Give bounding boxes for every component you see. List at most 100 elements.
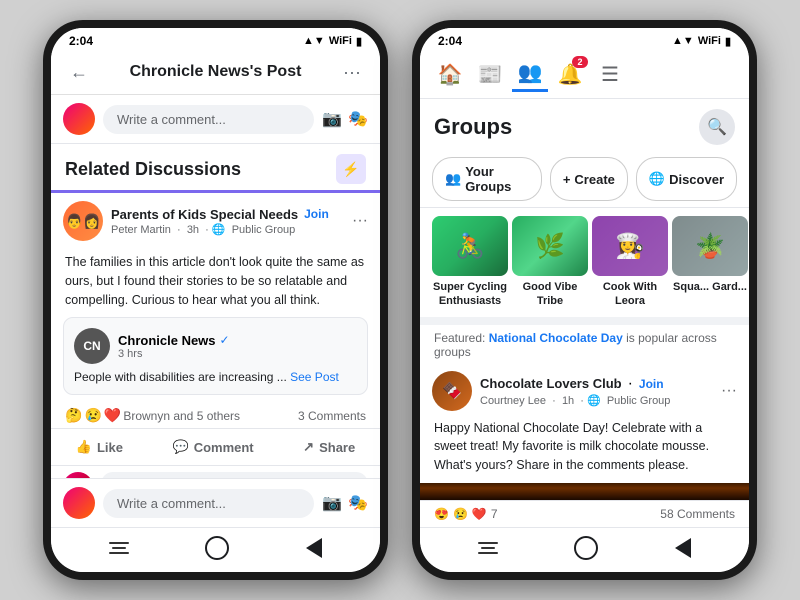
home-button-right[interactable] bbox=[574, 536, 598, 560]
fb-news-icon[interactable]: 📰 bbox=[472, 56, 508, 92]
signal-icon: ▲▼ bbox=[303, 35, 325, 47]
create-label: Create bbox=[574, 172, 614, 187]
wifi-icon-r: WiFi bbox=[698, 35, 721, 47]
your-groups-label: Your Groups bbox=[465, 164, 529, 194]
choc-avatar: 🍫 bbox=[432, 371, 472, 411]
back-nav-button-right[interactable] bbox=[675, 538, 691, 558]
search-button[interactable]: 🔍 bbox=[699, 109, 735, 145]
reactions-row: 🤔 😢 ❤️ Brownyn and 5 others 3 Comments bbox=[51, 403, 380, 429]
pill-your-groups[interactable]: 👥 Your Groups bbox=[432, 157, 542, 201]
action-bar: 👍 Like 💬 Comment ↗ Share bbox=[51, 429, 380, 466]
time-right: 2:04 bbox=[438, 34, 462, 48]
home-button-left[interactable] bbox=[205, 536, 229, 560]
comment-input-top-field[interactable]: Write a comment... bbox=[103, 105, 314, 134]
group-info: Parents of Kids Special Needs Join Peter… bbox=[111, 207, 344, 236]
choc-decorative bbox=[420, 483, 749, 500]
featured-text: Featured: National Chocolate Day is popu… bbox=[420, 325, 749, 363]
left-phone: 2:04 ▲▼ WiFi ▮ ← Chronicle News's Post ·… bbox=[43, 20, 388, 580]
reaction-icons: 🤔 😢 ❤️ Brownyn and 5 others bbox=[65, 407, 240, 424]
cycling-thumb-img: 🚴 bbox=[432, 216, 508, 276]
camera-icon-bottom[interactable]: 📷 bbox=[322, 493, 342, 513]
choc-image bbox=[420, 483, 749, 500]
fb-bell-icon[interactable]: 🔔 2 bbox=[552, 56, 588, 92]
wifi-icon: WiFi bbox=[329, 35, 352, 47]
choc-more-button[interactable]: ··· bbox=[721, 382, 737, 400]
fb-menu-icon[interactable]: ☰ bbox=[592, 56, 628, 92]
discover-icon: 🌐 bbox=[649, 171, 665, 187]
post-visibility: Public Group bbox=[232, 224, 296, 236]
user-avatar-top bbox=[63, 103, 95, 135]
post-more-button[interactable]: ··· bbox=[352, 212, 368, 230]
input-icons-top: 📷 🎭 bbox=[322, 109, 368, 129]
comment-input-top: Write a comment... 📷 🎭 bbox=[51, 95, 380, 144]
related-title: Related Discussions bbox=[65, 159, 241, 180]
camera-icon[interactable]: 📷 bbox=[322, 109, 342, 129]
fb-groups-icon[interactable]: 👥 bbox=[512, 56, 548, 92]
choc-react-1: 😍 bbox=[434, 507, 449, 521]
post-author: Peter Martin bbox=[111, 224, 171, 236]
filter-pills: 👥 Your Groups + Create 🌐 Discover bbox=[420, 151, 749, 208]
comment-button[interactable]: 💬 Comment bbox=[163, 433, 264, 461]
featured-link[interactable]: National Chocolate Day bbox=[489, 331, 623, 345]
pill-create[interactable]: + Create bbox=[550, 157, 628, 201]
related-header: Related Discussions ⚡ bbox=[51, 144, 380, 193]
join-button[interactable]: Join bbox=[304, 207, 329, 221]
choc-dot: · bbox=[628, 375, 633, 393]
choc-piece-5 bbox=[537, 498, 633, 500]
choc-comments-count[interactable]: 58 Comments bbox=[660, 507, 735, 521]
sq-label: Squa... Gard... bbox=[673, 280, 747, 294]
post-time: 3h bbox=[187, 224, 199, 236]
choc-author: Courtney Lee bbox=[480, 395, 546, 407]
comment-input-bottom-field[interactable]: Write a comment... bbox=[103, 489, 314, 518]
related-section: Related Discussions ⚡ 👨‍👩 Parents of Kid… bbox=[51, 144, 380, 527]
group-post-text: The families in this article don't look … bbox=[51, 249, 380, 317]
choc-join-button[interactable]: Join bbox=[639, 377, 664, 391]
status-bar-left: 2:04 ▲▼ WiFi ▮ bbox=[51, 28, 380, 50]
group-thumb-vibe[interactable]: 🌿 Good Vibe Tribe bbox=[512, 216, 588, 309]
choc-react-3: ❤️ bbox=[472, 507, 487, 521]
your-groups-icon: 👥 bbox=[445, 171, 461, 187]
gif-icon[interactable]: 🎭 bbox=[348, 109, 368, 129]
pill-discover[interactable]: 🌐 Discover bbox=[636, 157, 737, 201]
group-thumb-cycling[interactable]: 🚴 Super Cycling Enthusiasts bbox=[432, 216, 508, 309]
choc-piece-3 bbox=[639, 494, 735, 499]
chronicle-avatar: CN bbox=[74, 328, 110, 364]
chronicle-text: People with disabilities are increasing … bbox=[74, 370, 357, 384]
like-button[interactable]: 👍 Like bbox=[66, 433, 133, 461]
choc-group-info: Chocolate Lovers Club · Join Courtney Le… bbox=[480, 375, 713, 407]
choc-post-text: Happy National Chocolate Day! Celebrate … bbox=[420, 419, 749, 483]
choc-post-meta: Courtney Lee · 1h · 🌐 Public Group bbox=[480, 394, 713, 407]
bottom-nav-left bbox=[51, 527, 380, 572]
share-button[interactable]: ↗ Share bbox=[293, 433, 365, 461]
nav-bar-left: ← Chronicle News's Post ··· bbox=[51, 50, 380, 95]
choc-post-header: 🍫 Chocolate Lovers Club · Join Courtney … bbox=[420, 363, 749, 419]
chronicle-time: 3 hrs bbox=[118, 348, 230, 360]
fb-home-icon[interactable]: 🏠 bbox=[432, 56, 468, 92]
comment-icon: 💬 bbox=[173, 439, 189, 455]
related-icon: ⚡ bbox=[336, 154, 366, 184]
comments-count[interactable]: 3 Comments bbox=[298, 409, 366, 423]
chronicle-block: CN Chronicle News ✓ 3 hrs People with di… bbox=[63, 317, 368, 395]
choc-react-2: 😢 bbox=[453, 507, 468, 521]
choc-reaction-count: 7 bbox=[491, 507, 498, 521]
group-thumb-sq[interactable]: 🪴 Squa... Gard... bbox=[672, 216, 748, 309]
reaction-text: Brownyn and 5 others bbox=[123, 409, 240, 423]
status-icons-left: ▲▼ WiFi ▮ bbox=[303, 35, 362, 48]
nav-lines-button[interactable] bbox=[109, 542, 129, 554]
back-nav-button-left[interactable] bbox=[306, 538, 322, 558]
create-icon: + bbox=[563, 172, 571, 187]
see-post-link[interactable]: See Post bbox=[290, 370, 339, 384]
divider-1 bbox=[420, 317, 749, 325]
like-icon: 👍 bbox=[76, 439, 92, 455]
group-meta: Peter Martin · 3h · 🌐 Public Group bbox=[111, 223, 344, 236]
gif-icon-bottom[interactable]: 🎭 bbox=[348, 493, 368, 513]
cook-label: Cook With Leora bbox=[592, 280, 668, 309]
nav-lines-button-r[interactable] bbox=[478, 542, 498, 554]
group-thumb-cook[interactable]: 👩‍🍳 Cook With Leora bbox=[592, 216, 668, 309]
nav-title-left: Chronicle News's Post bbox=[130, 63, 302, 81]
comments-list: LL Leandra Lochbaum I can see what they … bbox=[51, 466, 380, 478]
group-thumbnails: 🚴 Super Cycling Enthusiasts 🌿 Good Vibe … bbox=[420, 208, 749, 317]
more-button[interactable]: ··· bbox=[338, 58, 366, 86]
choc-piece-1 bbox=[434, 490, 529, 500]
back-button[interactable]: ← bbox=[65, 58, 93, 86]
